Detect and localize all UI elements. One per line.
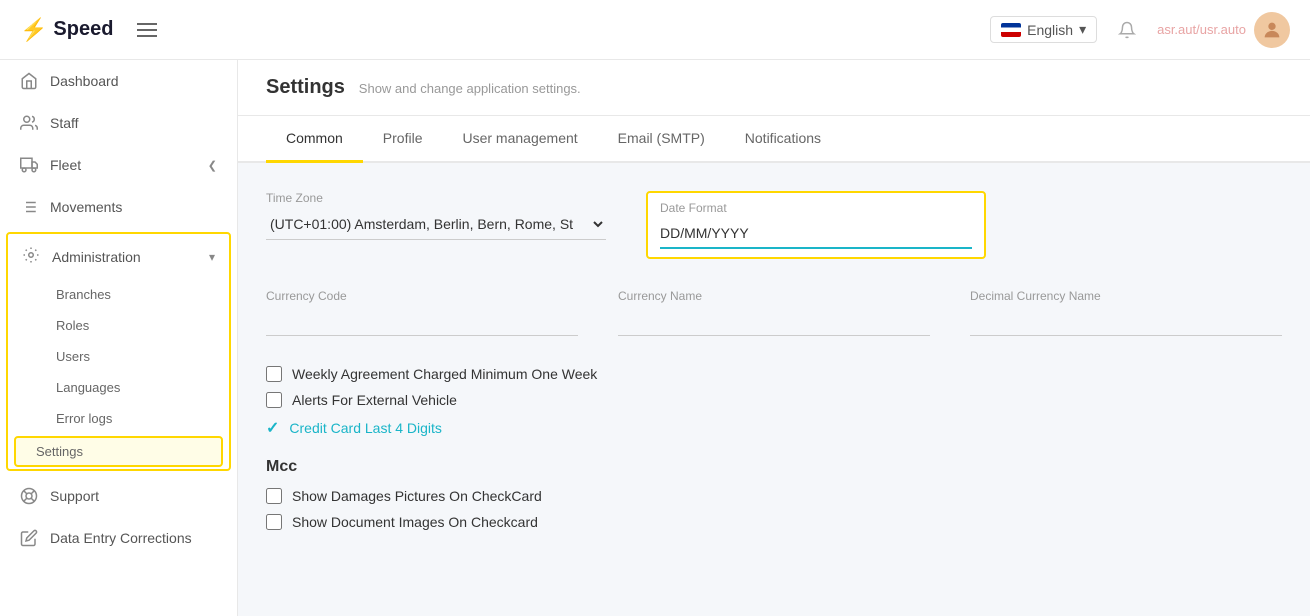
sidebar-item-support[interactable]: Support [0,475,237,517]
show-damages-label: Show Damages Pictures On CheckCard [292,488,542,504]
sidebar-item-movements[interactable]: Movements [0,186,237,228]
language-dropdown-icon: ▾ [1079,21,1086,38]
sidebar-item-dashboard[interactable]: Dashboard [0,60,237,102]
mcc-section-heading: Mcc [266,458,1282,476]
decimal-currency-name-field: Decimal Currency Name [970,289,1282,336]
show-damages-checkbox[interactable] [266,488,282,504]
sidebar-item-error-logs[interactable]: Error logs [8,403,229,434]
administration-icon [22,246,40,267]
decimal-currency-name-label: Decimal Currency Name [970,289,1282,303]
sidebar-item-data-entry[interactable]: Data Entry Corrections [0,517,237,559]
admin-section: Administration ▾ Branches Roles Users La… [6,232,231,471]
checkbox-show-documents[interactable]: Show Document Images On Checkcard [266,514,1282,530]
support-icon [20,487,38,505]
fleet-icon [20,156,38,174]
currency-code-input[interactable] [266,307,578,336]
form-row-currency: Currency Code Currency Name Decimal Curr… [266,289,1282,336]
sidebar-label-administration: Administration [52,249,141,265]
date-format-field: Date Format DD/MM/YYYY [646,191,986,259]
notification-bell[interactable] [1113,16,1141,44]
page-header: Settings Show and change application set… [238,60,1310,116]
logo: ⚡ Speed [20,17,113,43]
currency-name-label: Currency Name [618,289,930,303]
mcc-checkbox-group: Show Damages Pictures On CheckCard Show … [266,488,1282,530]
sidebar-label-support: Support [50,488,99,504]
checkbox-show-damages[interactable]: Show Damages Pictures On CheckCard [266,488,1282,504]
weekly-agreement-label: Weekly Agreement Charged Minimum One Wee… [292,366,597,382]
timezone-select[interactable]: (UTC+01:00) Amsterdam, Berlin, Bern, Rom… [266,209,606,240]
checkmark-icon: ✓ [266,418,279,438]
staff-icon [20,114,38,132]
main-content: Settings Show and change application set… [238,60,1310,616]
tab-user-management[interactable]: User management [442,116,597,163]
weekly-agreement-checkbox[interactable] [266,366,282,382]
checkbox-weekly-agreement[interactable]: Weekly Agreement Charged Minimum One Wee… [266,366,1282,382]
header: ⚡ Speed English ▾ asr.aut/usr.auto [0,0,1310,60]
header-right: English ▾ asr.aut/usr.auto [990,12,1290,48]
tab-common[interactable]: Common [266,116,363,163]
currency-name-field: Currency Name [618,289,930,336]
admin-sub-items: Branches Roles Users Languages Error log… [8,279,229,467]
tab-email-smtp[interactable]: Email (SMTP) [598,116,725,163]
checkbox-group-main: Weekly Agreement Charged Minimum One Wee… [266,366,1282,438]
sidebar-item-fleet[interactable]: Fleet ❮ [0,144,237,186]
tabs-bar: Common Profile User management Email (SM… [238,116,1310,163]
tab-profile[interactable]: Profile [363,116,443,163]
sidebar-item-staff[interactable]: Staff [0,102,237,144]
date-format-input[interactable]: DD/MM/YYYY [660,219,972,249]
language-selector[interactable]: English ▾ [990,16,1097,43]
fleet-chevron-icon: ❮ [208,159,217,172]
flag-icon [1001,23,1021,37]
home-icon [20,72,38,90]
sidebar-item-settings[interactable]: Settings [14,436,223,467]
form-row-timezone-date: Time Zone (UTC+01:00) Amsterdam, Berlin,… [266,191,1282,259]
checkbox-credit-card[interactable]: ✓ Credit Card Last 4 Digits [266,418,1282,438]
sidebar-label-staff: Staff [50,115,79,131]
sidebar-item-branches[interactable]: Branches [8,279,229,310]
timezone-field: Time Zone (UTC+01:00) Amsterdam, Berlin,… [266,191,606,259]
movements-icon [20,198,38,216]
currency-code-label: Currency Code [266,289,578,303]
body-wrapper: Dashboard Staff [0,60,1310,616]
page-title: Settings [266,76,345,98]
date-format-label: Date Format [660,201,972,215]
currency-name-input[interactable] [618,307,930,336]
header-left: ⚡ Speed [20,17,161,43]
admin-chevron-icon: ▾ [209,250,215,264]
decimal-currency-name-input[interactable] [970,307,1282,336]
sidebar-item-roles[interactable]: Roles [8,310,229,341]
sidebar-label-movements: Movements [50,199,122,215]
alerts-external-label: Alerts For External Vehicle [292,392,457,408]
form-content: Time Zone (UTC+01:00) Amsterdam, Berlin,… [238,163,1310,578]
credit-card-label: Credit Card Last 4 Digits [289,420,442,436]
checkbox-alerts-external[interactable]: Alerts For External Vehicle [266,392,1282,408]
sidebar-label-fleet: Fleet [50,157,81,173]
sidebar-item-languages[interactable]: Languages [8,372,229,403]
app-wrapper: ⚡ Speed English ▾ asr.aut/usr.auto [0,0,1310,616]
tab-notifications[interactable]: Notifications [725,116,841,163]
currency-code-field: Currency Code [266,289,578,336]
sidebar-label-dashboard: Dashboard [50,73,119,89]
data-entry-icon [20,529,38,547]
sidebar-label-data-entry: Data Entry Corrections [50,530,192,546]
show-documents-checkbox[interactable] [266,514,282,530]
sidebar-item-administration[interactable]: Administration ▾ [8,234,229,279]
show-documents-label: Show Document Images On Checkcard [292,514,538,530]
logo-icon: ⚡ [20,17,47,43]
page-subtitle: Show and change application settings. [359,81,581,96]
user-section[interactable]: asr.aut/usr.auto [1157,12,1290,48]
alerts-external-checkbox[interactable] [266,392,282,408]
language-label: English [1027,22,1073,38]
sidebar: Dashboard Staff [0,60,238,616]
avatar [1254,12,1290,48]
logo-text: Speed [53,18,113,41]
hamburger-menu[interactable] [133,19,161,41]
sidebar-item-users[interactable]: Users [8,341,229,372]
user-name: asr.aut/usr.auto [1157,22,1246,37]
timezone-label: Time Zone [266,191,606,205]
